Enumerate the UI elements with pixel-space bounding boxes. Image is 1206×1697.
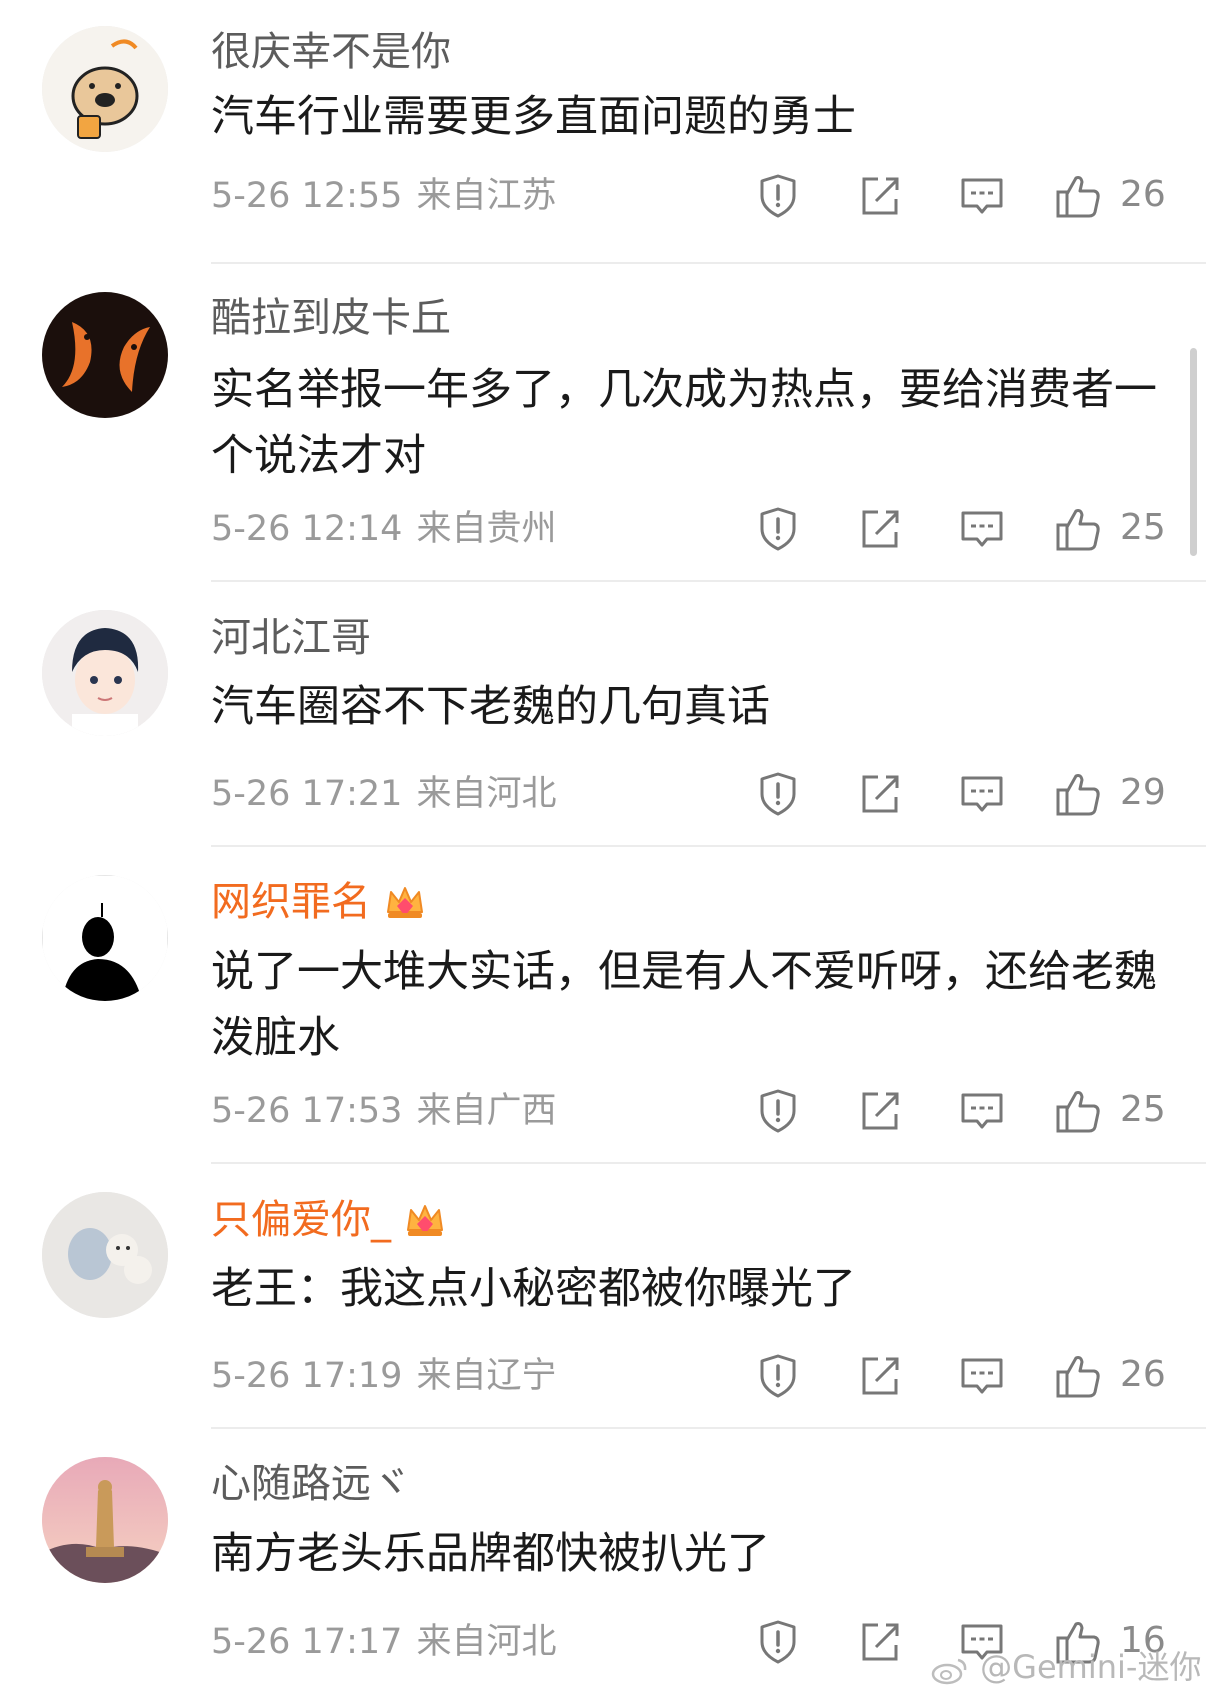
avatar[interactable] — [42, 1457, 168, 1583]
watermark: @Gemini-迷你 — [930, 1645, 1201, 1689]
divider — [211, 580, 1206, 582]
location: 来自河北 — [416, 774, 557, 814]
repost-icon[interactable] — [856, 1618, 904, 1666]
location: 来自河北 — [416, 1622, 557, 1662]
like-icon[interactable] — [1054, 172, 1102, 220]
watermark-text: @Gemini-迷你 — [980, 1648, 1202, 1686]
comment-meta: 5-26 17:53 来自广西 — [211, 1087, 556, 1135]
comment-meta: 5-26 17:17 来自河北 — [211, 1618, 556, 1666]
action-bar: 26 — [746, 1348, 1166, 1404]
like-icon[interactable] — [1054, 770, 1102, 818]
username-text[interactable]: 只偏爱你_ — [211, 1194, 391, 1246]
username[interactable]: 心随路远ヾ — [211, 1458, 411, 1510]
report-icon[interactable] — [754, 1352, 802, 1400]
reply-icon[interactable] — [958, 770, 1006, 818]
reply-icon[interactable] — [958, 1087, 1006, 1135]
timestamp: 5-26 12:14 — [211, 509, 403, 549]
report-icon[interactable] — [754, 1087, 802, 1135]
like-count[interactable]: 25 — [1120, 1085, 1166, 1135]
report-icon[interactable] — [754, 172, 802, 220]
report-icon[interactable] — [754, 770, 802, 818]
avatar[interactable] — [42, 875, 168, 1001]
username[interactable]: 只偏爱你_ — [211, 1194, 447, 1246]
username-text[interactable]: 很庆幸不是你 — [211, 26, 451, 78]
comment-meta: 5-26 12:55 来自江苏 — [211, 172, 556, 220]
like-count[interactable]: 26 — [1120, 1350, 1166, 1400]
crown-icon — [403, 1198, 447, 1242]
repost-icon[interactable] — [856, 1087, 904, 1135]
reply-icon[interactable] — [958, 505, 1006, 553]
action-bar: 29 — [746, 766, 1166, 822]
comment-meta: 5-26 17:21 来自河北 — [211, 770, 556, 818]
report-icon[interactable] — [754, 1618, 802, 1666]
like-count[interactable]: 29 — [1120, 768, 1166, 818]
reply-icon[interactable] — [958, 172, 1006, 220]
avatar[interactable] — [42, 292, 168, 418]
comment-text: 汽车行业需要更多直面问题的勇士 — [211, 92, 856, 142]
username-text[interactable]: 酷拉到皮卡丘 — [211, 292, 451, 344]
avatar[interactable] — [42, 26, 168, 152]
location: 来自江苏 — [416, 176, 557, 216]
avatar[interactable] — [42, 1192, 168, 1318]
divider — [211, 1427, 1206, 1429]
username[interactable]: 很庆幸不是你 — [211, 26, 451, 78]
divider — [211, 1162, 1206, 1164]
comment-text: 老王：我这点小秘密都被你曝光了 — [211, 1264, 856, 1314]
comment-meta: 5-26 17:19 来自辽宁 — [211, 1352, 556, 1400]
username[interactable]: 网织罪名 — [211, 876, 427, 928]
crown-icon — [383, 880, 427, 924]
repost-icon[interactable] — [856, 1352, 904, 1400]
weibo-logo-icon — [930, 1653, 970, 1685]
action-bar: 25 — [746, 1083, 1166, 1139]
username-text[interactable]: 心随路远ヾ — [211, 1458, 411, 1510]
username[interactable]: 酷拉到皮卡丘 — [211, 292, 451, 344]
username-text[interactable]: 网织罪名 — [211, 876, 371, 928]
scrollbar[interactable] — [1190, 348, 1197, 556]
like-icon[interactable] — [1054, 505, 1102, 553]
location: 来自广西 — [416, 1091, 557, 1131]
repost-icon[interactable] — [856, 172, 904, 220]
action-bar: 26 — [746, 168, 1166, 224]
location: 来自辽宁 — [416, 1356, 557, 1396]
repost-icon[interactable] — [856, 770, 904, 818]
comment-text: 南方老头乐品牌都快被扒光了 — [211, 1529, 770, 1579]
avatar[interactable] — [42, 610, 168, 736]
comment-text: 实名举报一年多了，几次成为热点，要给消费者一个说法才对 — [211, 365, 1157, 481]
like-icon[interactable] — [1054, 1352, 1102, 1400]
timestamp: 5-26 17:53 — [211, 1091, 403, 1131]
location: 来自贵州 — [416, 509, 557, 549]
comment-text: 说了一大堆大实话，但是有人不爱听呀，还给老魏泼脏水 — [211, 947, 1157, 1063]
timestamp: 5-26 17:19 — [211, 1356, 403, 1396]
timestamp: 5-26 17:17 — [211, 1622, 403, 1662]
like-icon[interactable] — [1054, 1087, 1102, 1135]
like-count[interactable]: 25 — [1120, 503, 1166, 553]
username-text[interactable]: 河北江哥 — [211, 612, 371, 664]
comment-meta: 5-26 12:14 来自贵州 — [211, 505, 556, 553]
divider — [211, 845, 1206, 847]
action-bar: 25 — [746, 501, 1166, 557]
timestamp: 5-26 12:55 — [211, 176, 403, 216]
reply-icon[interactable] — [958, 1352, 1006, 1400]
username[interactable]: 河北江哥 — [211, 612, 371, 664]
divider — [211, 262, 1206, 264]
report-icon[interactable] — [754, 505, 802, 553]
like-count[interactable]: 26 — [1120, 170, 1166, 220]
timestamp: 5-26 17:21 — [211, 774, 403, 814]
repost-icon[interactable] — [856, 505, 904, 553]
comment-text: 汽车圈容不下老魏的几句真话 — [211, 682, 770, 732]
